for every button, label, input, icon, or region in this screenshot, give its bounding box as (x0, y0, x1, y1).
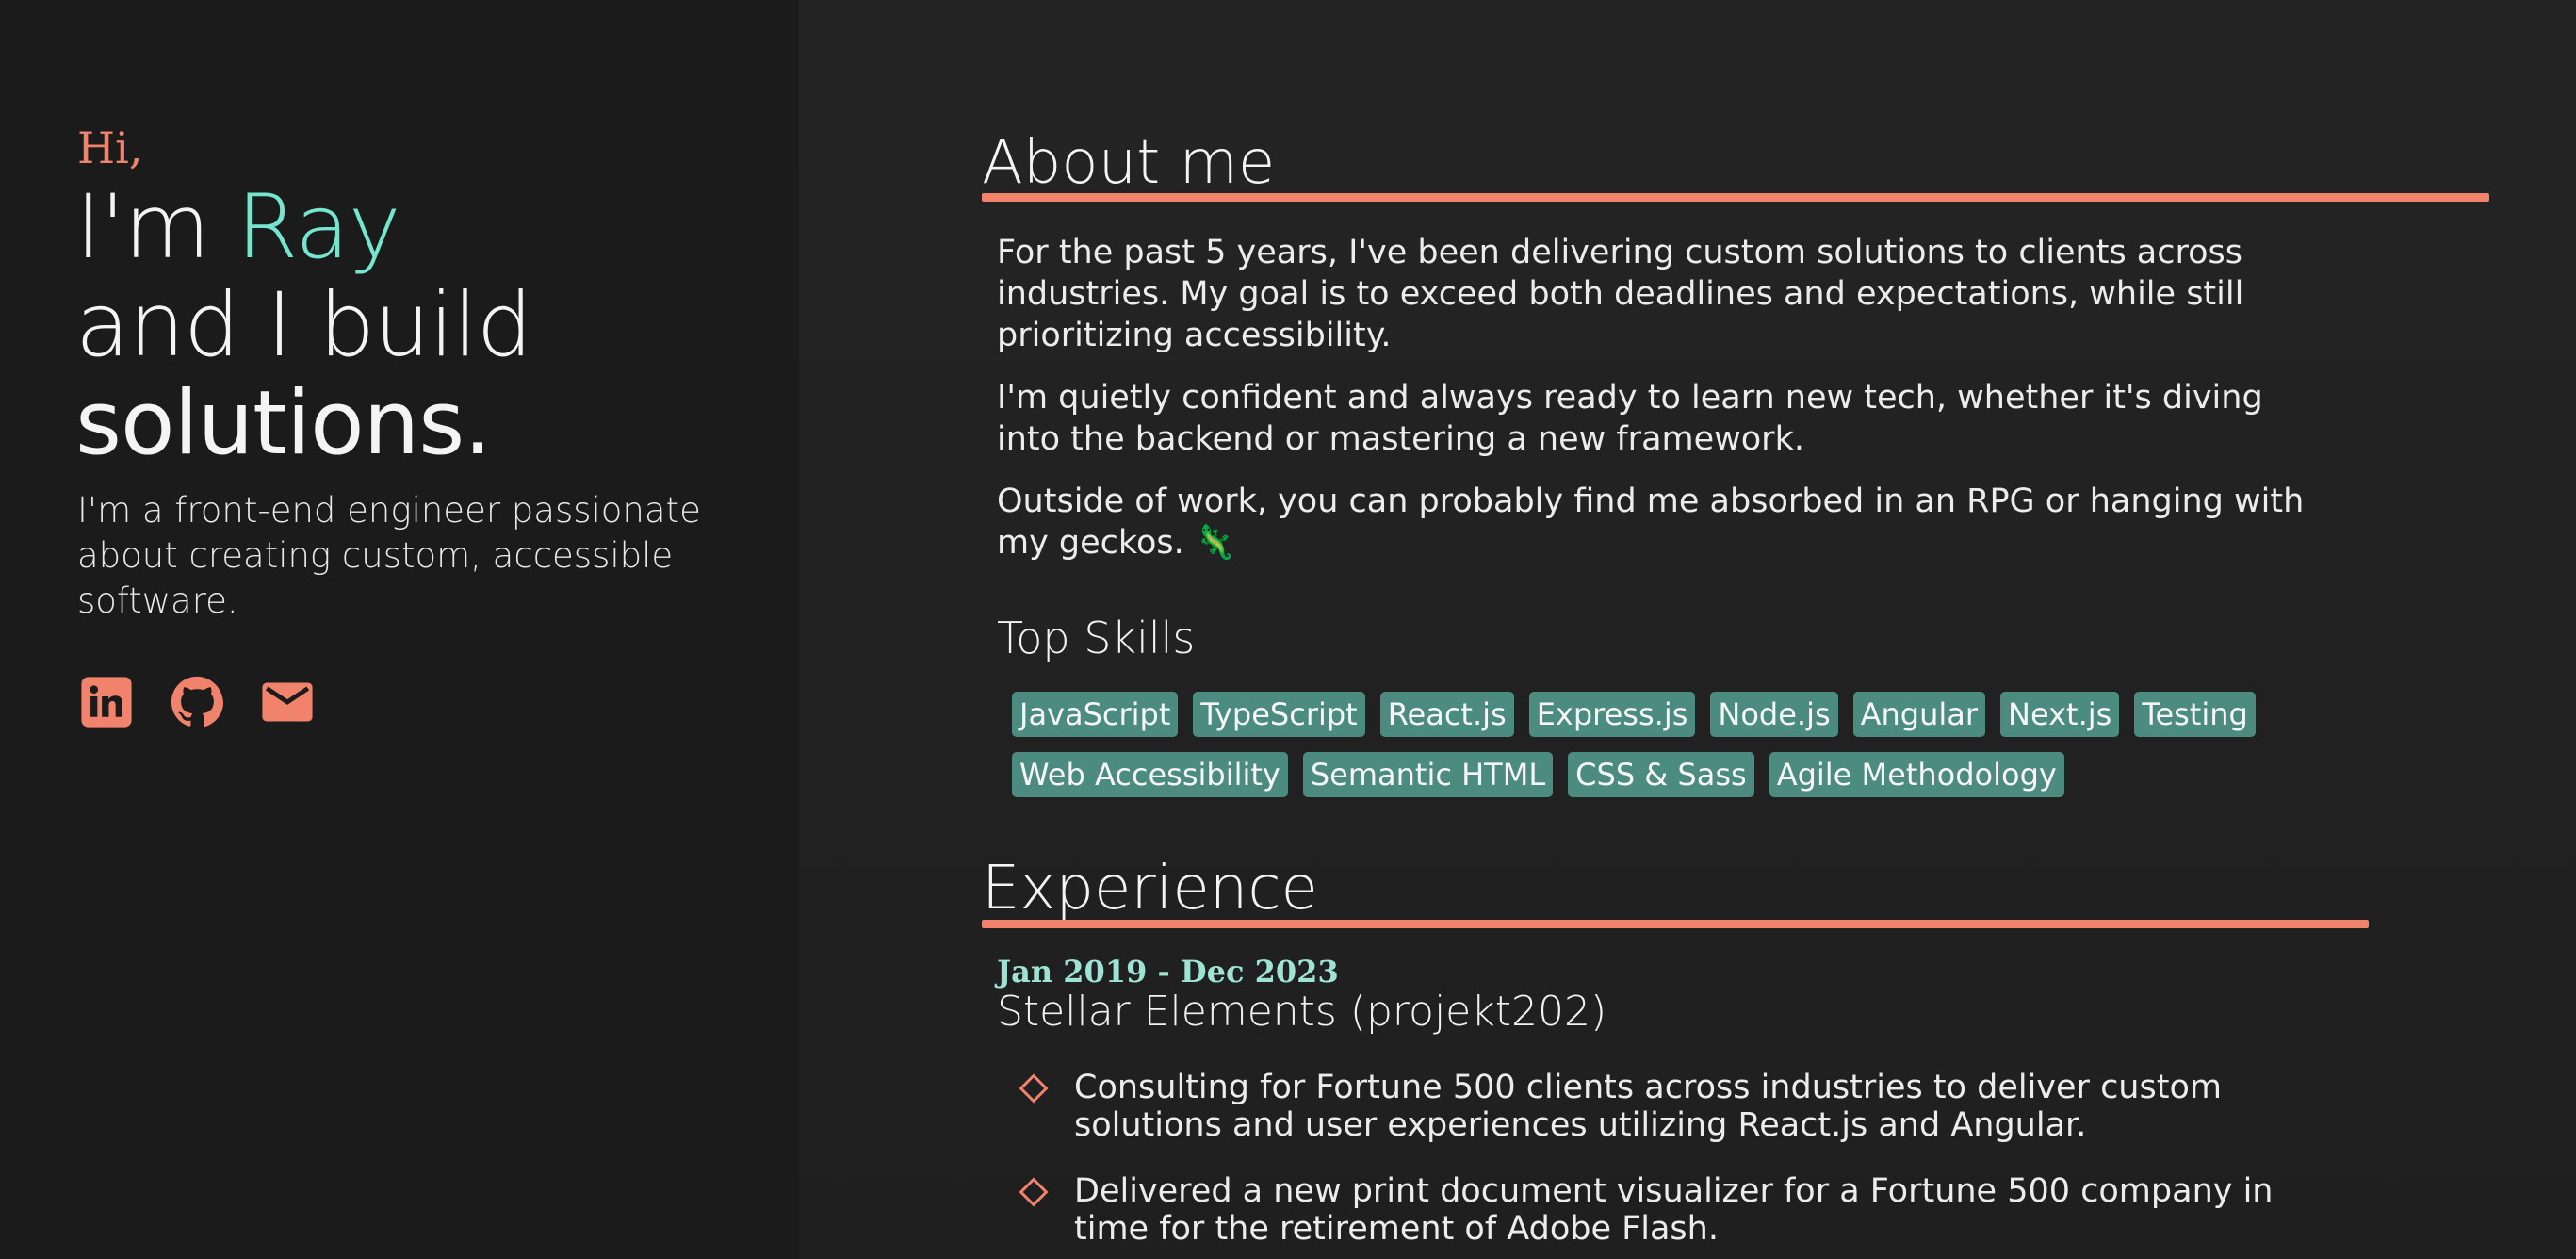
hero-line-build: and I build (75, 274, 532, 377)
hero-name: Ray (236, 176, 400, 279)
hero-line-name: I'm Ray (75, 176, 401, 279)
skills-list: Web Accessibility Semantic HTML CSS & Sa… (1012, 752, 2064, 797)
job-bullet-text: Delivered a new print document visualize… (1074, 1172, 2274, 1248)
intro-prefix: I'm (75, 176, 237, 279)
skill-tag: Express.js (1528, 692, 1696, 737)
linkedin-link[interactable] (79, 675, 134, 729)
sidebar: Hi, I'm Ray and I build solutions. I'm a… (0, 0, 799, 1259)
github-link[interactable] (170, 675, 224, 729)
diamond-bullet-icon (1019, 1073, 1049, 1104)
about-paragraph: I'm quietly confident and always ready t… (997, 379, 2263, 458)
diamond-bullet-icon (1019, 1177, 1049, 1207)
skill-tag: Web Accessibility (1012, 752, 1288, 797)
skill-tag: Node.js (1710, 692, 1838, 737)
job-company: Stellar Elements (projekt202) (997, 988, 1607, 1036)
skill-tag: TypeScript (1193, 692, 1365, 737)
skill-tag: Agile Methodology (1769, 752, 2064, 797)
hero-line-solutions: solutions. (75, 372, 492, 475)
skill-tag: Testing (2134, 692, 2256, 737)
skill-tag: CSS & Sass (1568, 752, 1754, 797)
greeting: Hi, (77, 123, 143, 173)
linkedin-icon (81, 677, 132, 728)
experience-divider (982, 920, 2369, 928)
about-divider (982, 193, 2489, 202)
job-bullet-text: Consulting for Fortune 500 clients acros… (1074, 1069, 2222, 1144)
job-dates: Jan 2019 - Dec 2023 (997, 954, 1339, 989)
skill-tag: Next.js (2000, 692, 2120, 737)
main-content: About me For the past 5 years, I've been… (799, 0, 2576, 1259)
skill-tag: React.js (1379, 692, 1514, 737)
tagline: I'm a front-end engineer passionate abou… (77, 490, 701, 621)
mail-icon (262, 682, 313, 722)
experience-title: Experience (982, 854, 1318, 924)
social-links (79, 675, 315, 729)
skill-tag: Angular (1852, 692, 1986, 737)
github-icon (171, 676, 224, 727)
job-bullet: Delivered a new print document visualize… (1018, 1172, 2356, 1248)
email-link[interactable] (260, 675, 315, 729)
about-paragraph: Outside of work, you can probably find m… (997, 482, 2305, 562)
skills-title: Top Skills (997, 613, 1196, 663)
job-bullet: Consulting for Fortune 500 clients acros… (1018, 1069, 2356, 1144)
portfolio-page: Hi, I'm Ray and I build solutions. I'm a… (0, 0, 2576, 1259)
about-paragraph: For the past 5 years, I've been deliveri… (997, 234, 2244, 354)
skill-tag: JavaScript (1012, 692, 1179, 737)
about-title: About me (982, 128, 1276, 198)
skill-tag: Semantic HTML (1302, 752, 1554, 797)
skills-list: JavaScript TypeScript React.js Express.j… (1012, 692, 2256, 737)
